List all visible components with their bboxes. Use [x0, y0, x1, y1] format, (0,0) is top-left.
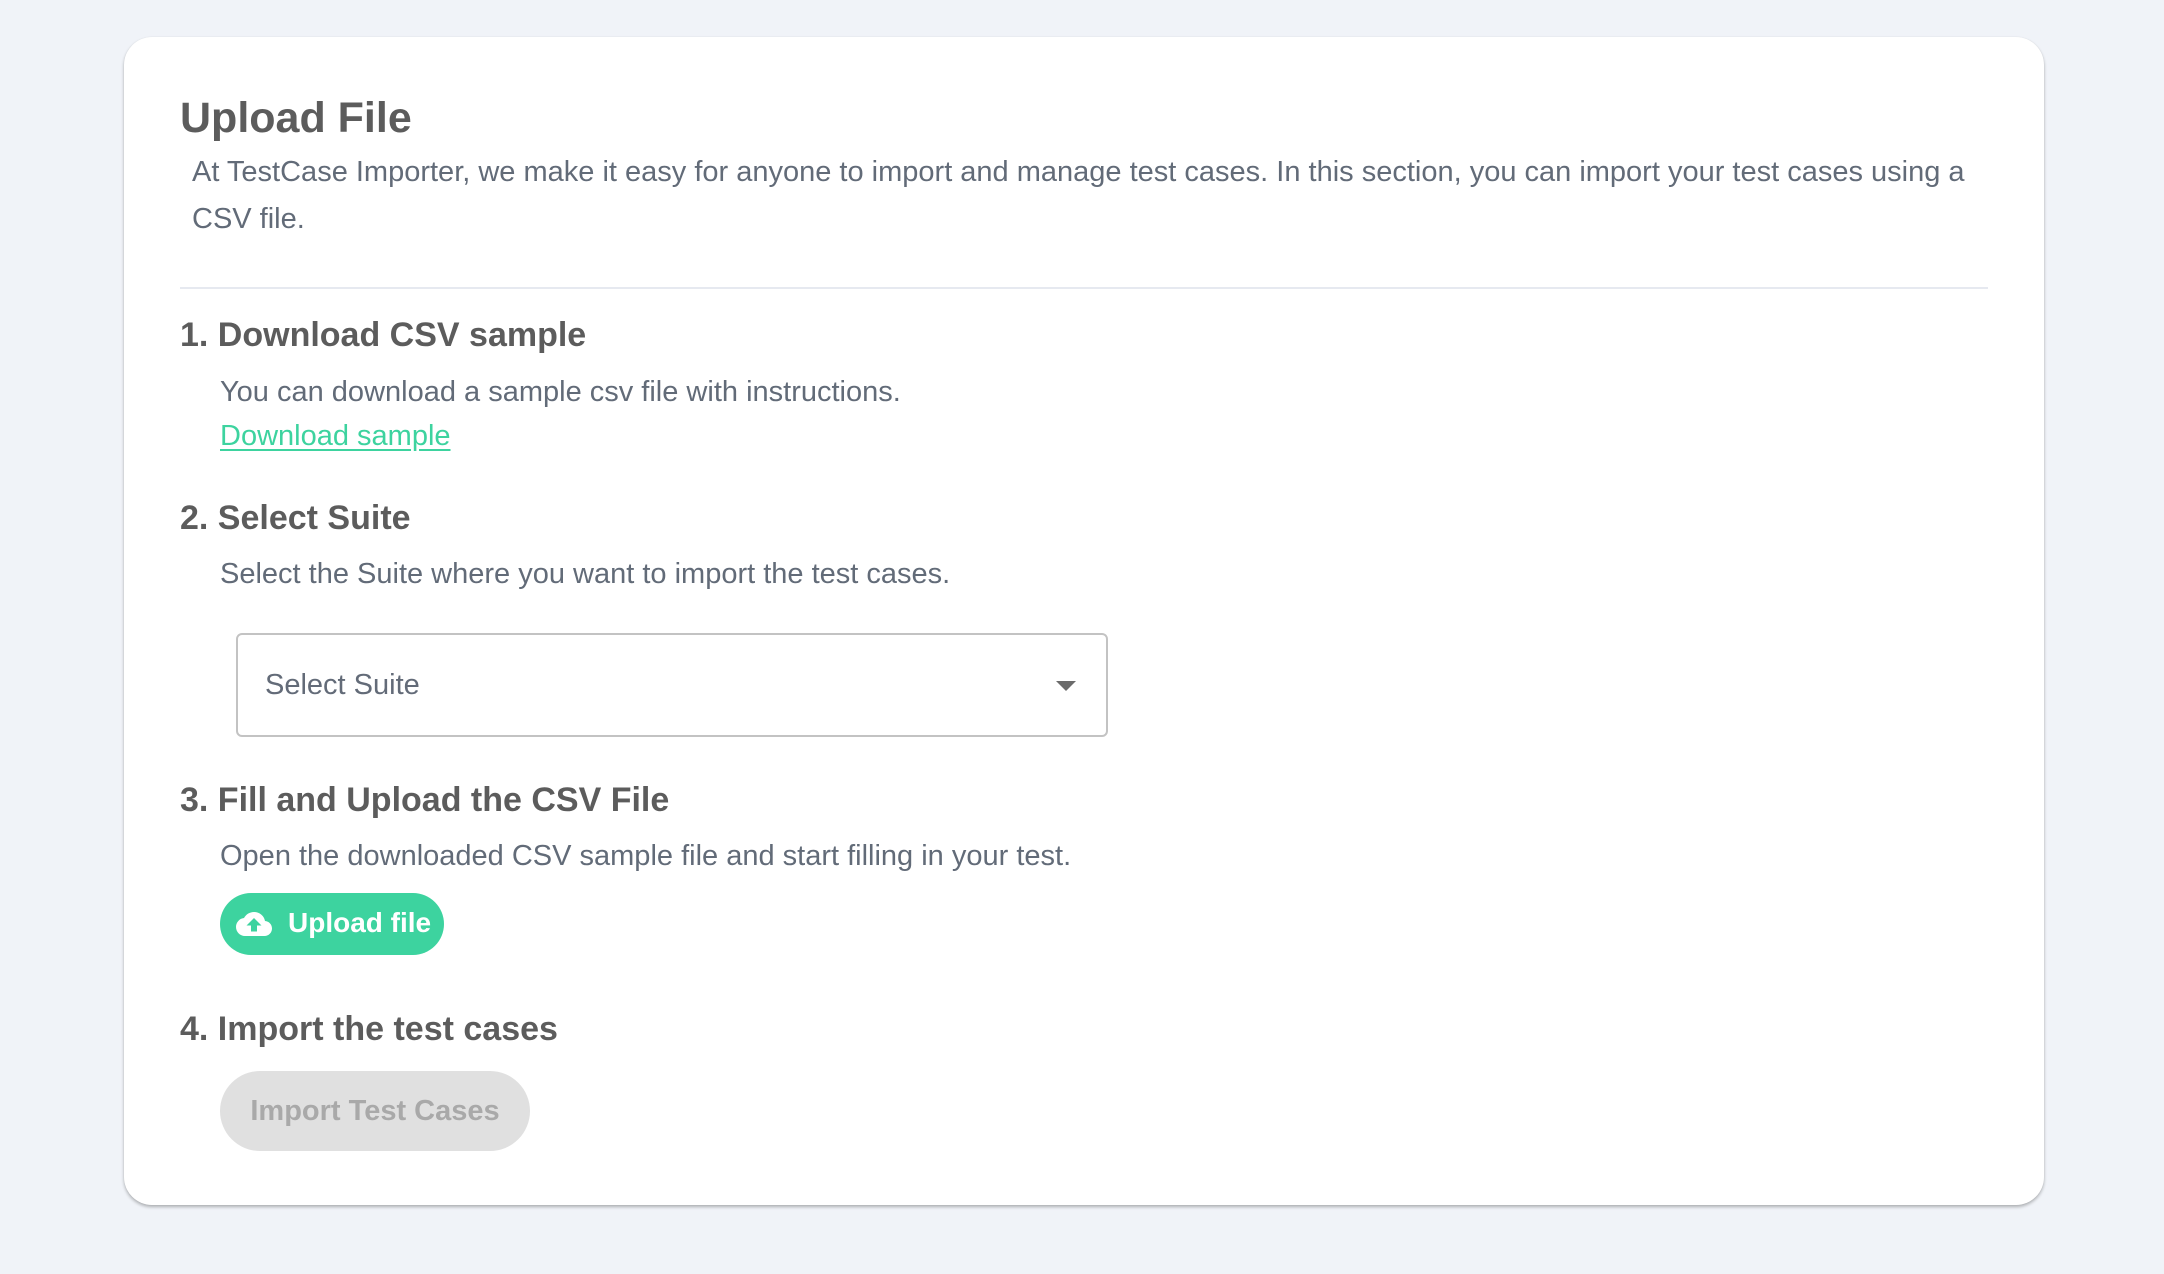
page-description: At TestCase Importer, we make it easy fo…	[192, 156, 1965, 235]
chevron-down-icon	[1056, 681, 1076, 691]
cloud-upload-icon	[236, 912, 272, 936]
download-sample-link[interactable]: Download sample	[220, 420, 451, 453]
page-title: Upload File	[180, 94, 412, 142]
divider	[180, 287, 1988, 289]
step-4-title: 4. Import the test cases	[180, 1010, 558, 1048]
suite-select-value: Select Suite	[265, 669, 420, 701]
step-2-title: 2. Select Suite	[180, 499, 411, 537]
upload-card: Upload File At TestCase Importer, we mak…	[124, 37, 2044, 1205]
import-test-cases-label: Import Test Cases	[250, 1095, 500, 1127]
step-2-description: Select the Suite where you want to impor…	[220, 558, 951, 590]
upload-file-button[interactable]: Upload file	[220, 893, 444, 955]
step-1-description: You can download a sample csv file with …	[220, 376, 901, 408]
import-test-cases-button[interactable]: Import Test Cases	[220, 1071, 530, 1151]
step-1-title: 1. Download CSV sample	[180, 316, 587, 354]
step-3-title: 3. Fill and Upload the CSV File	[180, 781, 670, 819]
upload-file-label: Upload file	[288, 907, 432, 938]
suite-select[interactable]: Select Suite	[236, 633, 1108, 737]
step-3-description: Open the downloaded CSV sample file and …	[220, 840, 1072, 872]
